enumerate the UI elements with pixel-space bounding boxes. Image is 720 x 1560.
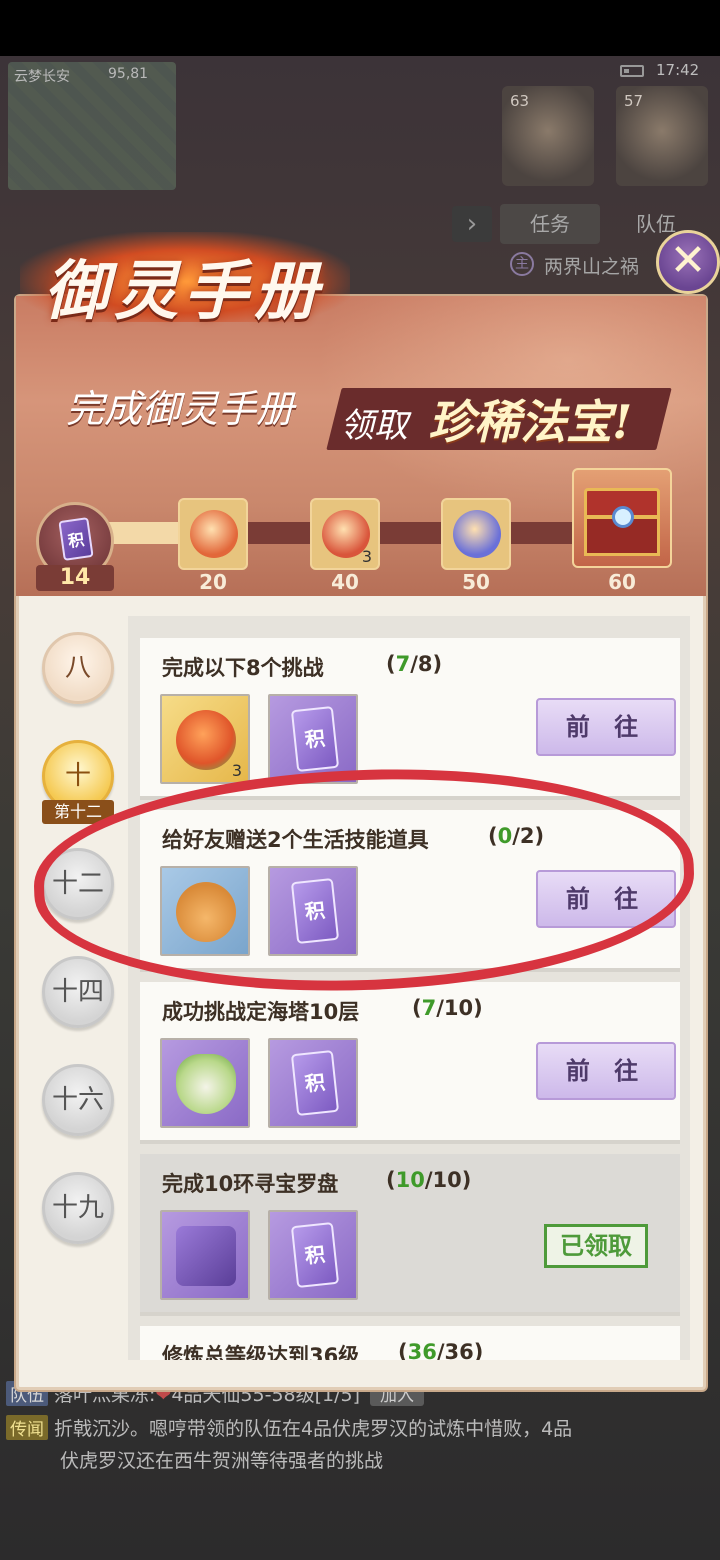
points-value: 14 [36,565,114,591]
task-title: 给好友赠送2个生活技能道具 [162,828,429,852]
status-clock: 17:42 [656,61,700,79]
reward-item[interactable] [160,1210,250,1300]
gourd-icon [176,1054,236,1114]
task-title: 修炼总等级达到36级 [162,1344,360,1360]
points-reward[interactable]: 积 [268,866,358,956]
gift-box-icon [453,510,501,558]
reward-count: 3 [231,761,242,780]
chapter-8-button[interactable]: 八 [42,632,114,704]
close-button[interactable]: ✕ [656,230,720,294]
close-icon: ✕ [669,235,707,286]
chat-message: 伏虎罗汉还在西牛贺洲等待强者的挑战 [60,1450,384,1472]
chapter-14-button[interactable]: 十四 [42,956,114,1028]
task-progress-current: 36 [407,1340,437,1360]
reward-item[interactable] [160,1038,250,1128]
points-card-icon: 积 [58,517,94,561]
task-progress: (7/10) [412,996,483,1020]
task-card: 完成10环寻宝罗盘 (10/10) 积 已领取 [140,1154,680,1316]
milestone-value: 60 [608,570,636,594]
task-list[interactable]: 完成以下8个挑战 (7/8) 3 积 前 往 给好友赠送2个生活技能道具 (0/… [128,616,690,1360]
chest-lock [612,506,634,528]
task-title: 完成以下8个挑战 [162,656,324,680]
milestone-value: 40 [331,570,359,594]
map-name: 云梦长安 [14,69,70,85]
battery-icon [620,65,644,77]
task-progress-total: 8 [417,652,433,676]
task-progress-current: 7 [395,652,411,676]
banner-slogan-prefix: 领取 [340,406,408,446]
task-progress-total: 10 [443,996,474,1020]
go-button[interactable]: 前 往 [536,1042,676,1100]
chapter-16-button[interactable]: 十六 [42,1064,114,1136]
task-progress-current: 7 [421,996,437,1020]
book-icon [176,1226,236,1286]
task-progress-current: 10 [395,1168,425,1192]
fire-pouch-icon [190,510,238,558]
task-progress-total: 10 [432,1168,462,1192]
demon-orb-icon [176,710,236,770]
task-progress-current: 0 [497,824,513,848]
banner-slogan: 完成御灵手册 [66,387,295,431]
points-card-icon: 积 [290,1049,340,1117]
quest-title[interactable]: 两界山之祸 [544,252,639,279]
points-reward[interactable]: 积 [268,694,358,784]
collapse-arrow-icon[interactable]: › [452,206,492,242]
milestone-reward-20[interactable] [178,498,248,570]
portrait-level: 57 [624,92,644,110]
banner-slogan-highlight: 珍稀法宝! [428,395,633,449]
task-card: 完成以下8个挑战 (7/8) 3 积 前 往 [140,638,680,800]
lucky-bag-icon [176,882,236,942]
task-progress-total: 2 [519,824,535,848]
pet-portrait[interactable]: 63 [502,86,594,186]
chapter-10-sublabel: 第十二 [42,800,114,824]
task-progress: (7/8) [386,652,443,676]
points-card-icon: 积 [290,705,340,773]
reward-item[interactable] [160,866,250,956]
go-button[interactable]: 前 往 [536,870,676,928]
task-progress: (36/36) [398,1340,483,1360]
chat-message: 折戟沉沙。嗯哼带领的队伍在4品伏虎罗汉的试炼中惜败，4品 [54,1418,573,1440]
page-title: 御灵手册 [44,254,324,329]
task-card: 成功挑战定海塔10层 (7/10) 积 前 往 [140,982,680,1144]
chat-line[interactable]: 伏虎罗汉还在西牛贺洲等待强者的挑战 [60,1446,383,1473]
reward-count: 3 [361,547,372,566]
chapter-19-button[interactable]: 十九 [42,1172,114,1244]
task-progress-total: 36 [444,1340,474,1360]
chapter-12-button[interactable]: 十二 [42,848,114,920]
milestone-value: 50 [462,570,490,594]
task-card: 修炼总等级达到36级 (36/36) [140,1326,680,1360]
points-card-icon: 积 [290,877,340,945]
tab-task[interactable]: 任务 [500,204,600,244]
pet-portrait[interactable]: 57 [616,86,708,186]
chat-line[interactable]: 传闻 折戟沉沙。嗯哼带领的队伍在4品伏虎罗汉的试炼中惜败，4品 [6,1414,572,1441]
claimed-stamp: 已领取 [544,1224,648,1268]
treasure-chest-icon[interactable] [572,468,672,568]
milestone-value: 20 [199,570,227,594]
milestone-reward-40[interactable]: 3 [310,498,380,570]
go-button[interactable]: 前 往 [536,698,676,756]
map-coordinates: 95,81 [108,66,149,82]
points-reward[interactable]: 积 [268,1038,358,1128]
task-title: 完成10环寻宝罗盘 [162,1172,339,1196]
task-progress: (10/10) [386,1168,472,1192]
points-reward[interactable]: 积 [268,1210,358,1300]
reward-item[interactable]: 3 [160,694,250,784]
task-title: 成功挑战定海塔10层 [162,1000,360,1024]
points-card-icon: 积 [290,1221,340,1289]
task-progress: (0/2) [488,824,545,848]
milestone-reward-50[interactable] [441,498,511,570]
main-quest-icon: 主 [510,252,534,276]
chat-channel-tag: 传闻 [6,1415,48,1440]
portrait-level: 63 [510,92,530,110]
task-card: 给好友赠送2个生活技能道具 (0/2) 积 前 往 [140,810,680,972]
